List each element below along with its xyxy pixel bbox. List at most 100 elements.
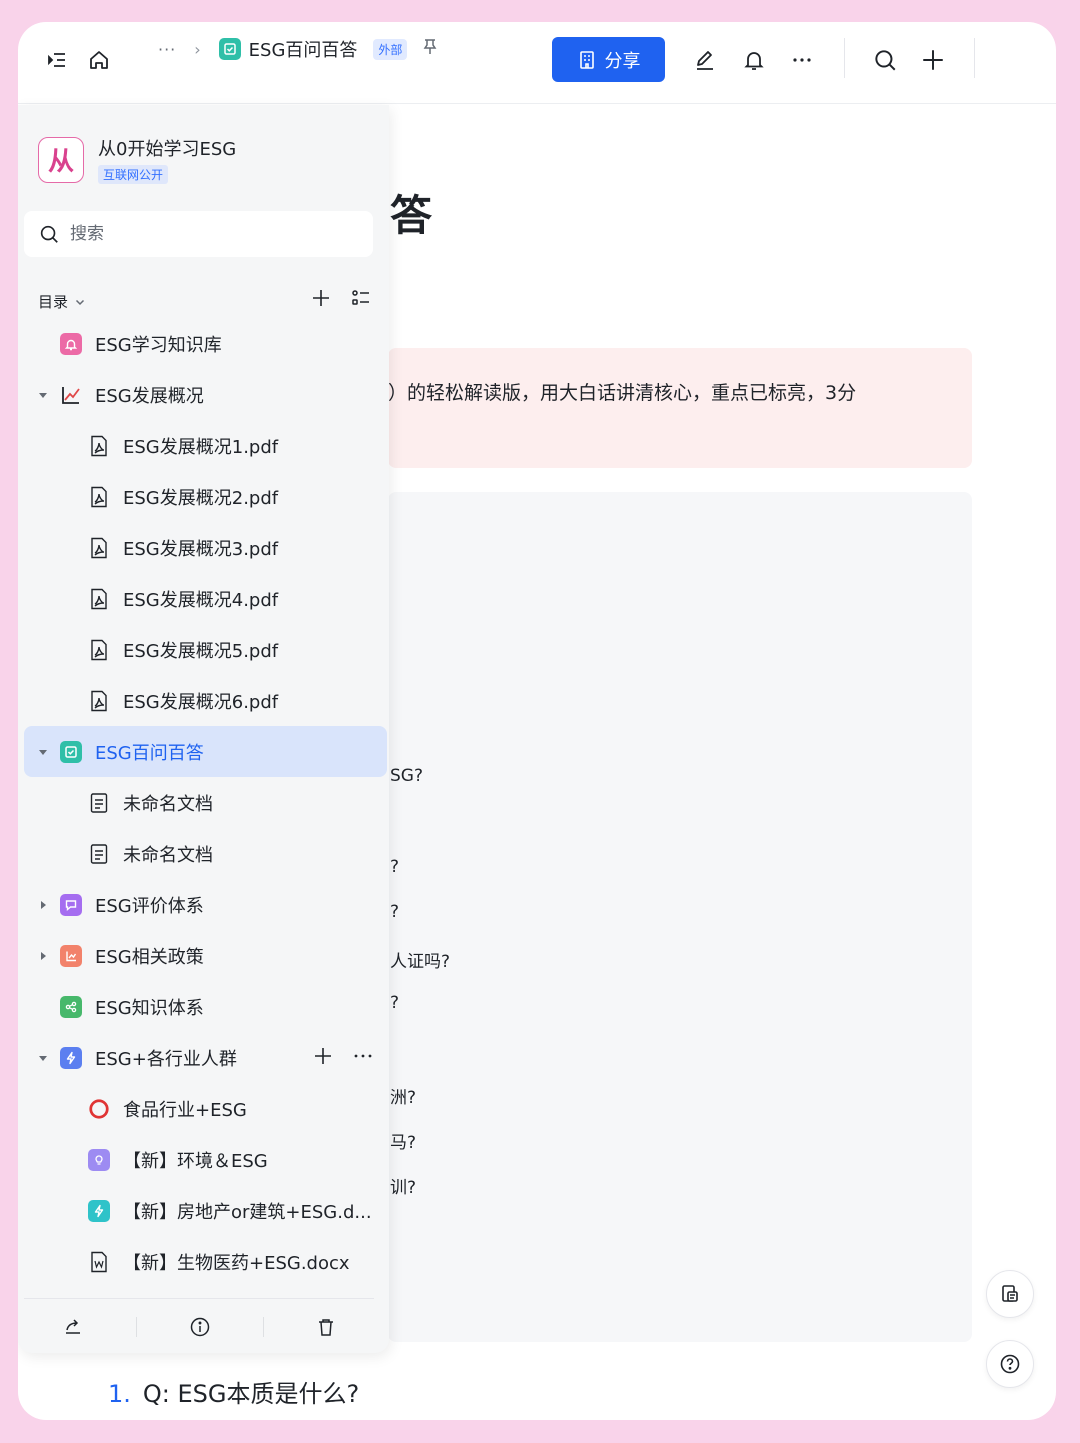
home-icon[interactable] [82,43,116,77]
content-block [388,492,972,1342]
plus-icon[interactable] [916,43,950,77]
tree-item-label: ESG相关政策 [95,946,204,968]
first-question: 1. Q: ESG本质是什么? [108,1374,359,1409]
catalog-float-button[interactable] [986,1270,1034,1318]
search-icon [40,225,58,243]
doc-icon [88,843,110,865]
tree-item[interactable]: ESG发展概况6.pdf [24,675,387,726]
caret-right-icon[interactable] [36,898,50,912]
tree-item-label: 【新】环境＆ESG [123,1150,268,1172]
bell-icon [60,332,82,355]
tree-item[interactable]: 未命名文档 [24,828,387,879]
doc-title: ESG百问百答 [248,40,358,61]
pdf-icon [88,588,110,610]
info-icon[interactable] [185,1312,215,1342]
pdf-icon [88,690,110,712]
toc-header[interactable]: 目录 [38,291,86,312]
tree-item-label: 未命名文档 [123,793,213,815]
pin-icon[interactable] [421,38,439,60]
breadcrumb-more[interactable]: ··· [158,40,176,59]
edit-icon[interactable] [688,43,722,77]
top-bar: ··· › ESG百问百答 外部 分享 [18,22,1056,104]
checkbox-icon [60,740,82,763]
pdf-icon [88,435,110,457]
tree-item[interactable]: ESG发展概况5.pdf [24,624,387,675]
pdf-icon [88,537,110,559]
question-fragment: 人证吗? [390,952,451,972]
tree-item-label: 【新】生物医药+ESG.docx [123,1252,350,1274]
tree-item-selected[interactable]: ESG百问百答 [24,726,387,777]
pdf-icon [88,639,110,661]
question-fragment: SG? [390,766,423,786]
tree-item[interactable]: 未命名文档 [24,777,387,828]
knowledge-base-header[interactable]: 从 从0开始学习ESG 互联网公开 [38,135,236,184]
toc-options-icon[interactable] [350,287,372,313]
search-input[interactable] [70,224,340,244]
tree-item[interactable]: ESG发展概况 [24,369,387,420]
bell-icon[interactable] [737,43,771,77]
question-fragment: 马? [390,1133,417,1153]
toggle-sidebar-icon[interactable] [40,43,74,77]
toc-tree: ESG学习知识库 ESG发展概况 ESG发展概况1.pdf ESG发展概况2.p… [24,318,387,1287]
caret-right-icon[interactable] [36,949,50,963]
breadcrumb-current-doc[interactable]: ESG百问百答 [218,36,358,62]
tree-item-label: ESG发展概况4.pdf [123,589,279,611]
tree-item[interactable]: ESG相关政策 [24,930,387,981]
ring-icon [88,1098,110,1120]
caret-down-icon[interactable] [36,388,50,402]
tree-item-label: ESG+各行业人群 [95,1048,237,1070]
share-out-icon[interactable] [58,1312,88,1342]
add-child-icon[interactable] [312,1045,334,1071]
tree-item[interactable]: ESG学习知识库 [24,318,387,369]
tree-item[interactable]: 【新】环境＆ESG [24,1134,387,1185]
question-fragment: ? [390,857,400,877]
tree-item[interactable]: 【新】房地产or建筑+ESG.d... [24,1185,387,1236]
doc-icon [88,792,110,814]
tree-item[interactable]: 食品行业+ESG [24,1083,387,1134]
question-fragment: ? [390,993,400,1013]
tree-item[interactable]: ESG+各行业人群 [24,1032,387,1083]
help-float-button[interactable] [986,1340,1034,1388]
callout-text: ）的轻松解读版，用大白话讲清核心，重点已标亮，3分 [388,382,857,404]
help-icon [1000,1354,1020,1374]
building-icon [579,50,594,69]
share-button[interactable]: 分享 [552,37,665,82]
tree-item-label: 食品行业+ESG [123,1099,247,1121]
sidebar-search[interactable] [24,211,373,257]
row-actions [312,1045,374,1071]
tree-item[interactable]: ESG评价体系 [24,879,387,930]
more-icon[interactable] [352,1045,374,1071]
divider [136,1317,137,1337]
tree-item-label: ESG发展概况1.pdf [123,436,279,458]
knowledge-base-logo: 从 [38,136,84,183]
caret-down-icon[interactable] [36,745,50,759]
tree-item[interactable]: ESG发展概况4.pdf [24,573,387,624]
breadcrumb: ··· › ESG百问百答 外部 [158,36,439,62]
trash-icon[interactable] [311,1312,341,1342]
search-icon[interactable] [868,43,902,77]
external-badge: 外部 [373,38,408,60]
chart-icon [60,944,82,967]
app-window: ··· › ESG百问百答 外部 分享 答 ）的轻松解读版，用大白话讲清核心，重… [18,22,1056,1420]
tree-item[interactable]: ESG发展概况2.pdf [24,471,387,522]
share-label: 分享 [604,50,641,72]
toc-add-icon[interactable] [310,287,332,313]
question-fragment: ? [390,902,400,922]
more-icon[interactable] [785,43,819,77]
sidebar-footer-divider [24,1298,374,1299]
question-text: Q: ESG本质是什么? [142,1380,360,1408]
public-badge: 互联网公开 [98,165,169,184]
word-icon [88,1251,110,1273]
tree-item-label: ESG发展概况5.pdf [123,640,279,662]
tree-item[interactable]: ESG发展概况3.pdf [24,522,387,573]
tree-item-label: ESG发展概况6.pdf [123,691,279,713]
tree-item[interactable]: 【新】生物医药+ESG.docx [24,1236,387,1287]
bolt-icon [88,1199,110,1222]
outline-icon [1002,1285,1018,1302]
tree-item[interactable]: ESG知识体系 [24,981,387,1032]
tree-item-label: ESG评价体系 [95,895,204,917]
tree-item[interactable]: ESG发展概况1.pdf [24,420,387,471]
question-fragment: 洲? [390,1088,417,1108]
breadcrumb-separator: › [194,39,201,59]
caret-down-icon[interactable] [36,1051,50,1065]
